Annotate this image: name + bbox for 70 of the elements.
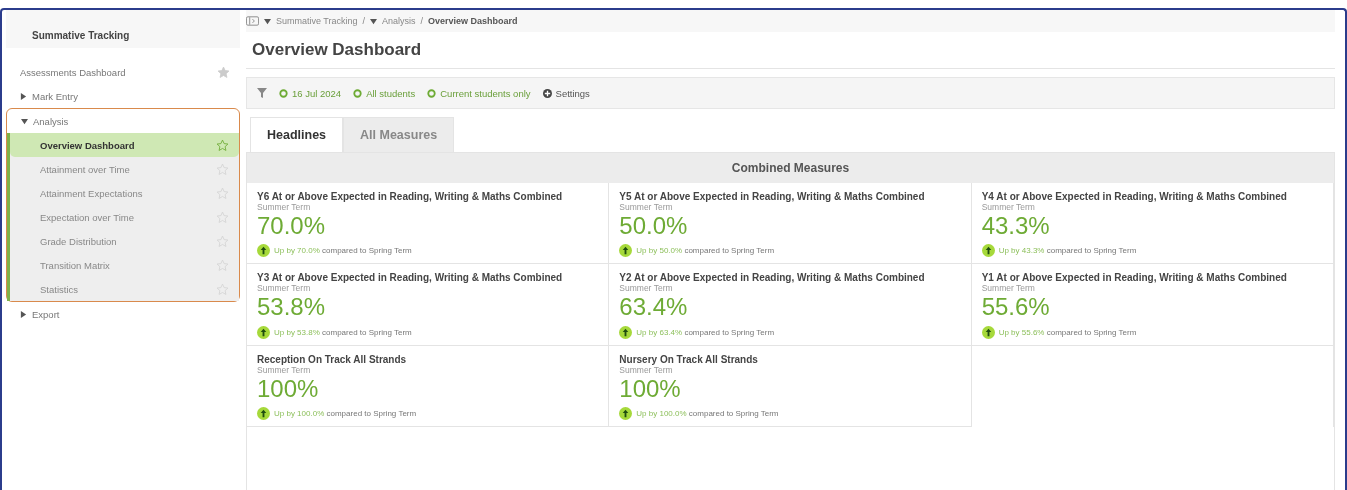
measure-value: 100%	[619, 375, 682, 403]
term-label: Summer Term	[981, 283, 1036, 294]
breadcrumb-separator: /	[420, 16, 424, 26]
measure-value: 50.0%	[619, 213, 689, 240]
measure-title: Y2 At or Above Expected in Reading, Writing & Maths Combined	[619, 272, 925, 284]
up-arrow-icon	[257, 407, 270, 421]
measure-title: Y1 At or Above Expected in Reading, Writing & Maths Combined	[981, 272, 1287, 284]
measure-value: 63.4%	[619, 294, 689, 321]
change-text: Up by 100.0% compared to Spring Term	[636, 409, 779, 419]
up-arrow-icon	[257, 244, 270, 258]
sidebar-item[interactable]: Overview Dashboard	[10, 133, 239, 157]
sidebar-item[interactable]: Analysis	[7, 109, 239, 133]
up-arrow-icon	[257, 325, 270, 339]
measure-title: Y3 At or Above Expected in Reading, Writing & Maths Combined	[257, 272, 563, 284]
term-label: Summer Term	[257, 283, 312, 294]
sidebar-item[interactable]: Transition Matrix	[10, 253, 239, 277]
breadcrumb-link[interactable]: Overview Dashboard	[428, 16, 518, 26]
term-label: Summer Term	[619, 283, 674, 294]
sidebar-item[interactable]: Assessments Dashboard	[6, 60, 240, 84]
sidebar-item[interactable]: Mark Entry	[6, 84, 240, 108]
change-text: Up by 50.0% compared to Spring Term	[636, 246, 775, 256]
filter-chip[interactable]: 16 Jul 2024	[279, 87, 342, 99]
change-text: Up by 63.4% compared to Spring Term	[636, 327, 775, 337]
star-icon[interactable]	[217, 65, 230, 79]
change-text: Up by 100.0% compared to Spring Term	[274, 409, 417, 419]
measure-value: 100%	[257, 375, 320, 403]
plus-circle-icon	[542, 88, 552, 98]
breadcrumb-link[interactable]: Analysis	[382, 16, 416, 26]
page-title: Overview Dashboard	[246, 32, 1335, 69]
sidebar-item[interactable]: Statistics	[10, 277, 239, 301]
measure-title: Y4 At or Above Expected in Reading, Writing & Maths Combined	[981, 191, 1287, 202]
sidebar-item[interactable]: Attainment Expectations	[10, 181, 239, 205]
change-text: Up by 55.6% compared to Spring Term	[998, 327, 1137, 337]
sidebar-item[interactable]: Grade Distribution	[10, 229, 239, 253]
sidebar-item[interactable]: Attainment over Time	[10, 157, 239, 181]
breadcrumb-link[interactable]: Summative Tracking	[276, 16, 358, 26]
filter-chip[interactable]: Settings	[542, 87, 590, 99]
circle-icon	[279, 88, 288, 98]
tab[interactable]: Headlines	[250, 117, 344, 152]
breadcrumb-separator: /	[362, 16, 366, 26]
caret-down-icon	[370, 17, 378, 25]
change-text: Up by 53.8% compared to Spring Term	[274, 327, 412, 337]
sidebar-item[interactable]: Expectation over Time	[10, 205, 239, 229]
term-label: Summer Term	[981, 202, 1036, 212]
measure-value: 55.6%	[981, 294, 1051, 321]
change-text: Up by 70.0% compared to Spring Term	[274, 246, 412, 256]
filter-chip[interactable]: Current students only	[427, 87, 531, 99]
caret-down-icon	[264, 17, 271, 25]
term-label: Summer Term	[257, 202, 312, 212]
circle-icon	[353, 88, 363, 98]
term-label: Summer Term	[619, 364, 674, 375]
filter-icon[interactable]	[257, 88, 267, 98]
measure-title: Nursery On Track All Strands	[619, 353, 758, 365]
measure-value: 53.8%	[257, 294, 327, 321]
change-text: Up by 43.3% compared to Spring Term	[998, 246, 1137, 256]
filter-chip[interactable]: All students	[353, 87, 416, 99]
measure-title: Y5 At or Above Expected in Reading, Writing & Maths Combined	[619, 191, 925, 202]
sidebar-title: Summative Tracking	[6, 10, 240, 48]
measure-title: Y6 At or Above Expected in Reading, Writing & Maths Combined	[257, 191, 563, 202]
measure-value: 70.0%	[257, 213, 327, 240]
circle-icon	[427, 88, 437, 98]
measure-title: Reception On Track All Strands	[257, 353, 407, 365]
measure-value: 43.3%	[981, 213, 1051, 240]
term-label: Summer Term	[257, 364, 312, 375]
tab[interactable]: All Measures	[343, 117, 455, 152]
star-icon[interactable]	[216, 138, 229, 152]
sidebar-toggle-icon[interactable]	[246, 16, 259, 26]
sidebar-item[interactable]: Export	[6, 302, 240, 326]
term-label: Summer Term	[619, 202, 674, 212]
section-header: Combined Measures	[247, 153, 1334, 183]
